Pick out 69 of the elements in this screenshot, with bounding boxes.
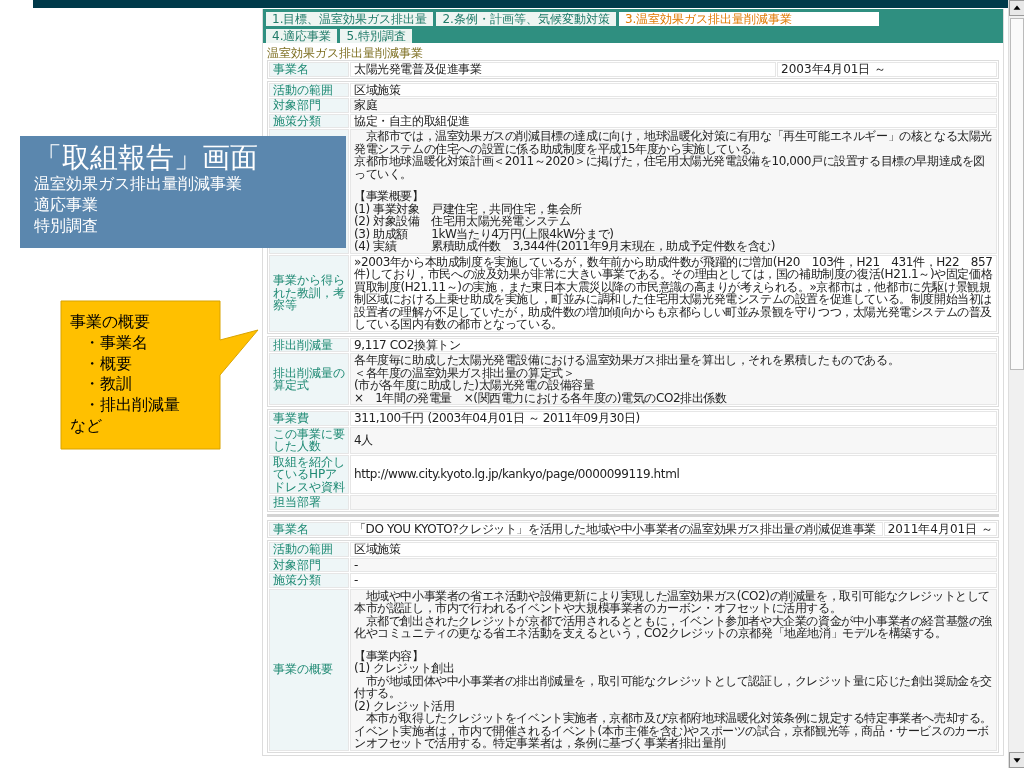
- tab[interactable]: 3.温室効果ガス排出量削減事業: [618, 12, 879, 26]
- text-line: (1) 事業対象 戸建住宅，共同住宅，集会所: [354, 202, 583, 215]
- field-label: 事業費: [269, 411, 349, 426]
- text-line: (3) 助成額 1kW当たり4万円(上限4kW分まで): [354, 227, 615, 240]
- callout-item: ・教訓: [83, 374, 133, 396]
- field-value: 「DO YOU KYOTO?クレジット」を活用した地域や中小事業者の温室効果ガス排出量の削減促進事業: [350, 521, 883, 536]
- scrollbar[interactable]: [1008, 0, 1024, 768]
- tab[interactable]: 5.特別調査: [340, 29, 412, 43]
- text-line: 市が地域団体や中小事業者の排出削減量を，取引可能なクレジットとして認証し，クレジット量に応じた創出奨励金を交付する。: [354, 674, 993, 700]
- text-line: 京都で創出されたクレジットが京都で活用されるとともに，イベント参加者や大企業の資金が中小事業者の経営基盤の強化やコミュニティの更なる省エネ活動を支えるという，CO2クレジットの京都発「地産地消」モデルを構築する。: [354, 614, 993, 640]
- field-value: -: [350, 557, 997, 572]
- callout-footer: など: [70, 416, 180, 437]
- text-line: ＜各年度の温室効果ガス排出量の算定式＞: [354, 366, 575, 379]
- date-value: 2011年4月01日 ～: [883, 521, 997, 536]
- field-label: 活動の範囲: [269, 542, 349, 557]
- text-line: (1) クレジット創出: [354, 662, 456, 675]
- section-title: 温室効果ガス排出量削減事業: [267, 46, 424, 60]
- tab[interactable]: 2.条例・計画等、気候変動対策: [436, 12, 616, 26]
- field-label: 排出削減量: [269, 337, 349, 352]
- text-line: (2) クレジット活用: [354, 699, 456, 712]
- text-line: (4) 実績 累積助成件数 3,344件(2011年9月末現在，助成予定件数を含む): [354, 240, 777, 253]
- field-value: 太陽光発電普及促進事業: [350, 62, 776, 77]
- text-line: (2) 対象設備 住宅用太陽光発電システム: [354, 215, 571, 228]
- callout-item: ・事業名: [83, 332, 149, 354]
- field-label: 対象部門: [269, 557, 349, 572]
- tab[interactable]: 4.適応事業: [266, 29, 338, 43]
- field-label: 施策分類: [269, 573, 349, 588]
- field-value: 311,100千円 (2003年04月01日 ～ 2011年09月30日): [350, 411, 997, 426]
- field-label: 活動の範囲: [269, 82, 349, 97]
- field-value: 4人: [350, 426, 997, 454]
- text-line: 【事業内容】: [354, 649, 425, 662]
- field-label: 事業名: [269, 521, 349, 536]
- caption-line: 特別調査: [34, 215, 99, 237]
- scroll-down-icon[interactable]: [1009, 752, 1024, 768]
- tab[interactable]: 1.目標、温室効果ガス排出量: [266, 12, 434, 26]
- field-label: この事業に要した人数: [269, 426, 349, 454]
- field-value: »2003年から本助成制度を実施しているが，数年前から助成件数が飛躍的に増加(H20 103件，H21 431件，H22 857件)しており，市民への波及効果が非常に大きい事業である。その理由としては，国の補助制度の復活(H21.1～)や固定価格買取制度(H21.11～)の実施，また東日本大震災以降の市民意識の高まりが考えられる。»京都市は，他都市に先駆け景観規制区域における上乗せ助成を実施し，町並みに調和した住宅用太陽光発電システムの設置を促進している。制度開始当初は設置者の理解が不足していたが，助成件数の増加傾向からも京都らしい町並み景観を守りつつ，太陽光発電システムの普及している国内有数の都市となっている。: [350, 254, 997, 332]
- field-value: 区域施策: [350, 542, 997, 557]
- callout-item: ・概要: [83, 353, 133, 375]
- text-line: 京都市では，温室効果ガスの削減目標の達成に向け，地球温暖化対策に有用な「再生可能エネルギー」の核となる太陽光発電システムの住宅への設置に係る助成制度を平成15年度から実施している。: [354, 130, 993, 155]
- field-label: 施策分類: [269, 113, 349, 128]
- field-value: 家庭: [350, 98, 997, 113]
- text-line: 京都市地球温暖化対策計画＜2011～2020＞に掲げた，住宅用太陽光発電設備を10,000戸に設置する目標の早期達成を図っていく。: [354, 155, 987, 180]
- field-value: http://www.city.kyoto.lg.jp/kankyo/page/0000099119.html: [350, 454, 997, 494]
- field-value: 9,117 CO2換算トン: [350, 337, 997, 352]
- text-line: 各年度毎に助成した太陽光発電設備における温室効果ガス排出量を算出し，それを累積したものである。: [354, 354, 901, 367]
- field-value: -: [350, 573, 997, 588]
- field-label: 排出削減量の算定式: [269, 353, 349, 405]
- field-label: 取組を紹介しているHPアドレスや資料: [269, 454, 349, 494]
- caption-line: 適応事業: [34, 195, 99, 216]
- field-label: 担当部署: [269, 495, 349, 510]
- callout-title: 事業の概要: [70, 312, 151, 333]
- callout-item: ・排出削減量: [83, 395, 180, 416]
- scroll-up-icon[interactable]: [1009, 0, 1024, 16]
- scroll-thumb[interactable]: [1010, 18, 1024, 370]
- text-line: 本市が取得したクレジットをイベント実施者，京都市及び京都府地球温暖化対策条例に規定する特定事業者へ売却する。イベント実施者は，市内で開催されるイベント(本市主催を含む)やスポーツの試合，京都観光等，商品・サービスのカーボンオフセットで活用する。特定事業者は，条例に基づく事業者排出量削: [354, 712, 993, 750]
- text-line: 地域や中小事業者の省エネ活動や設備更新により実現した温室効果ガス(CO2)の削減量を，取引可能なクレジットとして本市が認証し，市内で行われるイベントや大規模事業者のカーボン・オフセットに活用する。: [354, 589, 992, 615]
- field-value: 協定・自主的取組促進: [350, 113, 997, 128]
- caption-title: 「取組報告」画面: [34, 142, 259, 175]
- field-value: 区域施策: [350, 82, 997, 97]
- field-label: 事業から得られた教訓，考察等: [269, 254, 349, 332]
- text-line: × 1年間の発電量 ×(関西電力における各年度の)電気のCO2排出係数: [354, 391, 728, 404]
- caption-line: 温室効果ガス排出量削減事業: [34, 174, 243, 195]
- date-value: 2003年4月01日 ～: [777, 62, 997, 77]
- field-label: 事業名: [269, 62, 349, 77]
- text-line: 【事業概要】: [354, 190, 425, 203]
- field-label: 事業の概要: [269, 588, 349, 751]
- text-line: (市が各年度に助成した)太陽光発電の設備容量: [354, 379, 596, 392]
- field-label: 対象部門: [269, 98, 349, 113]
